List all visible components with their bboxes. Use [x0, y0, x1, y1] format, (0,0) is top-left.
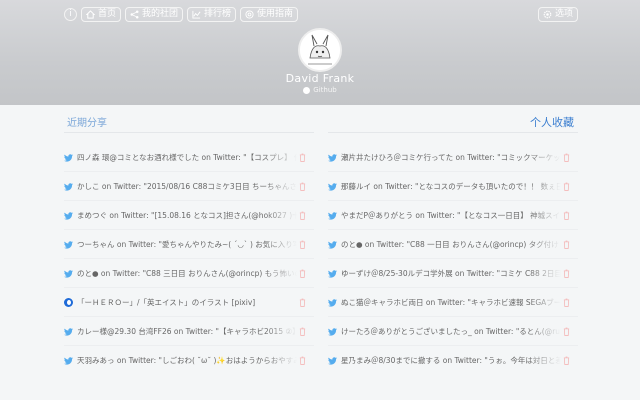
help-icon	[245, 10, 254, 19]
info-button[interactable]: i	[64, 8, 77, 21]
recent-shares-heading: 近期分享	[67, 118, 107, 129]
twitter-icon	[328, 327, 337, 336]
github-label: Github	[313, 86, 337, 94]
item-title: ゆーずけ＠8/25-30ルデコ学外展 on Twitter: "コミケ C88 …	[341, 269, 561, 278]
item-title: 星乃まみ＠8/30までに撤する on Twitter: "うぉ。今年は対日と差日	[341, 356, 561, 365]
info-icon: i	[69, 9, 72, 19]
nav-guide[interactable]: 使用指南	[240, 7, 299, 22]
chart-icon	[192, 10, 201, 19]
trash-icon[interactable]	[563, 298, 570, 307]
list-item[interactable]: 天羽みあっ on Twitter: "しごおわ( ˘ω˘ )✨おはようからおやす…	[64, 346, 314, 375]
item-title: 那藤ルイ on Twitter: "となコスのデータも頂いたので！！ 数ぇ日ぶ	[341, 182, 561, 191]
twitter-icon	[64, 327, 73, 336]
divider-right	[328, 132, 578, 133]
settings-label: 选项	[554, 9, 573, 19]
list-item[interactable]: 星乃まみ＠8/30までに撤する on Twitter: "うぉ。今年は対日と差日	[328, 346, 578, 375]
twitter-icon	[328, 240, 337, 249]
gear-icon	[543, 10, 552, 19]
item-title: 「ーＨＥＲＯー」/「英エイスト」のイラスト [pixiv]	[77, 298, 256, 307]
trash-icon[interactable]	[563, 182, 570, 191]
trash-icon[interactable]	[299, 182, 306, 191]
list-item[interactable]: 那藤ルイ on Twitter: "となコスのデータも頂いたので！！ 数ぇ日ぶ	[328, 172, 578, 201]
item-title: けーたろ＠ありがとうございましたっ_ on Twitter: "るとん(@rut…	[341, 327, 561, 336]
share-icon	[130, 10, 139, 19]
item-title: 天羽みあっ on Twitter: "しごおわ( ˘ω˘ )✨おはようからおやす…	[77, 356, 297, 365]
twitter-icon	[328, 356, 337, 365]
item-title: カレー様@29.30 台湾FF26 on Twitter: "【キャラホビ201…	[77, 327, 297, 336]
item-title: つーちゃん on Twitter: "愛ちゃんやりたみ~( ´◡` ) お気に入…	[77, 240, 297, 249]
item-title: まめつぐ on Twitter: "[15.08.16 となコス]担さん(@ho…	[77, 211, 297, 220]
trash-icon[interactable]	[299, 269, 306, 278]
avatar[interactable]	[298, 28, 342, 72]
item-title: やまだP＠ありがとう on Twitter: "【となコス一日目】 神城スイ・ソ	[341, 211, 561, 220]
profile-name: David Frank	[285, 72, 355, 85]
item-title: のと● on Twitter: "C88 三日目 おりんさん(@orincp) …	[77, 269, 297, 278]
twitter-icon	[64, 211, 73, 220]
trash-icon[interactable]	[299, 211, 306, 220]
list-item[interactable]: ぬこ猫＠キャラホビ両日 on Twitter: "キャラホビ速報 SEGAブース	[328, 288, 578, 317]
twitter-icon	[64, 356, 73, 365]
item-title: 四ノ森 環@コミとなお酒れ様でした on Twitter: "【コスプレ】 俺は	[77, 153, 297, 162]
list-item[interactable]: やまだP＠ありがとう on Twitter: "【となコス一日目】 神城スイ・ソ	[328, 201, 578, 230]
nav-my-clubs-label: 我的社团	[142, 9, 179, 19]
list-item[interactable]: かしこ on Twitter: "2015/08/16 C88コミケ3日目 ちー…	[64, 172, 314, 201]
list-item[interactable]: まめつぐ on Twitter: "[15.08.16 となコス]担さん(@ho…	[64, 201, 314, 230]
nav-home[interactable]: 首页	[81, 7, 122, 22]
list-item[interactable]: 四ノ森 環@コミとなお酒れ様でした on Twitter: "【コスプレ】 俺は	[64, 143, 314, 172]
divider-left	[64, 132, 314, 133]
nav-ranking-label: 排行榜	[204, 9, 232, 19]
twitter-icon	[328, 182, 337, 191]
github-icon	[303, 86, 311, 94]
github-link[interactable]: Github	[0, 86, 640, 94]
trash-icon[interactable]	[563, 269, 570, 278]
item-title: 瀬片井たけひろ＠コミケ行ってた on Twitter: "コミックマーケット	[341, 153, 561, 162]
twitter-icon	[328, 211, 337, 220]
list-item[interactable]: ゆーずけ＠8/25-30ルデコ学外展 on Twitter: "コミケ C88 …	[328, 259, 578, 288]
item-title: ぬこ猫＠キャラホビ両日 on Twitter: "キャラホビ速報 SEGAブース	[341, 298, 561, 307]
favorites-list: 瀬片井たけひろ＠コミケ行ってた on Twitter: "コミックマーケット 那…	[328, 143, 578, 375]
twitter-icon	[64, 240, 73, 249]
twitter-icon	[328, 298, 337, 307]
twitter-icon	[328, 153, 337, 162]
settings-button[interactable]: 选项	[537, 7, 578, 22]
list-item[interactable]: 瀬片井たけひろ＠コミケ行ってた on Twitter: "コミックマーケット	[328, 143, 578, 172]
item-title: かしこ on Twitter: "2015/08/16 C88コミケ3日目 ちー…	[77, 182, 297, 191]
item-title: のと● on Twitter: "C88 一日目 おりんさん(@orincp) …	[341, 240, 561, 249]
nav-guide-label: 使用指南	[257, 9, 294, 19]
trash-icon[interactable]	[563, 240, 570, 249]
trash-icon[interactable]	[563, 356, 570, 365]
nav-home-label: 首页	[98, 9, 117, 19]
trash-icon[interactable]	[299, 356, 306, 365]
profile-header: i 首页 我的社团 排行榜 使用指南 选项 David Frank Github	[0, 0, 640, 105]
favorites-link[interactable]: 个人收藏	[530, 114, 574, 130]
twitter-icon	[64, 153, 73, 162]
nav-ranking[interactable]: 排行榜	[187, 7, 237, 22]
twitter-icon	[328, 269, 337, 278]
trash-icon[interactable]	[563, 153, 570, 162]
trash-icon[interactable]	[299, 153, 306, 162]
list-item[interactable]: カレー様@29.30 台湾FF26 on Twitter: "【キャラホビ201…	[64, 317, 314, 346]
list-item[interactable]: のと● on Twitter: "C88 一日目 おりんさん(@orincp) …	[328, 230, 578, 259]
top-nav: i 首页 我的社团 排行榜 使用指南	[64, 7, 299, 22]
list-item[interactable]: けーたろ＠ありがとうございましたっ_ on Twitter: "るとん(@rut…	[328, 317, 578, 346]
trash-icon[interactable]	[299, 298, 306, 307]
recent-list: 四ノ森 環@コミとなお酒れ様でした on Twitter: "【コスプレ】 俺は…	[64, 143, 314, 375]
home-icon	[86, 10, 95, 19]
trash-icon[interactable]	[299, 327, 306, 336]
pixiv-icon	[64, 298, 73, 307]
trash-icon[interactable]	[563, 211, 570, 220]
list-item[interactable]: 「ーＨＥＲＯー」/「英エイスト」のイラスト [pixiv]	[64, 288, 314, 317]
nav-my-clubs[interactable]: 我的社团	[125, 7, 184, 22]
avatar-image	[300, 30, 340, 70]
twitter-icon	[64, 269, 73, 278]
list-item[interactable]: のと● on Twitter: "C88 三日目 おりんさん(@orincp) …	[64, 259, 314, 288]
trash-icon[interactable]	[563, 327, 570, 336]
twitter-icon	[64, 182, 73, 191]
trash-icon[interactable]	[299, 240, 306, 249]
list-item[interactable]: つーちゃん on Twitter: "愛ちゃんやりたみ~( ´◡` ) お気に入…	[64, 230, 314, 259]
